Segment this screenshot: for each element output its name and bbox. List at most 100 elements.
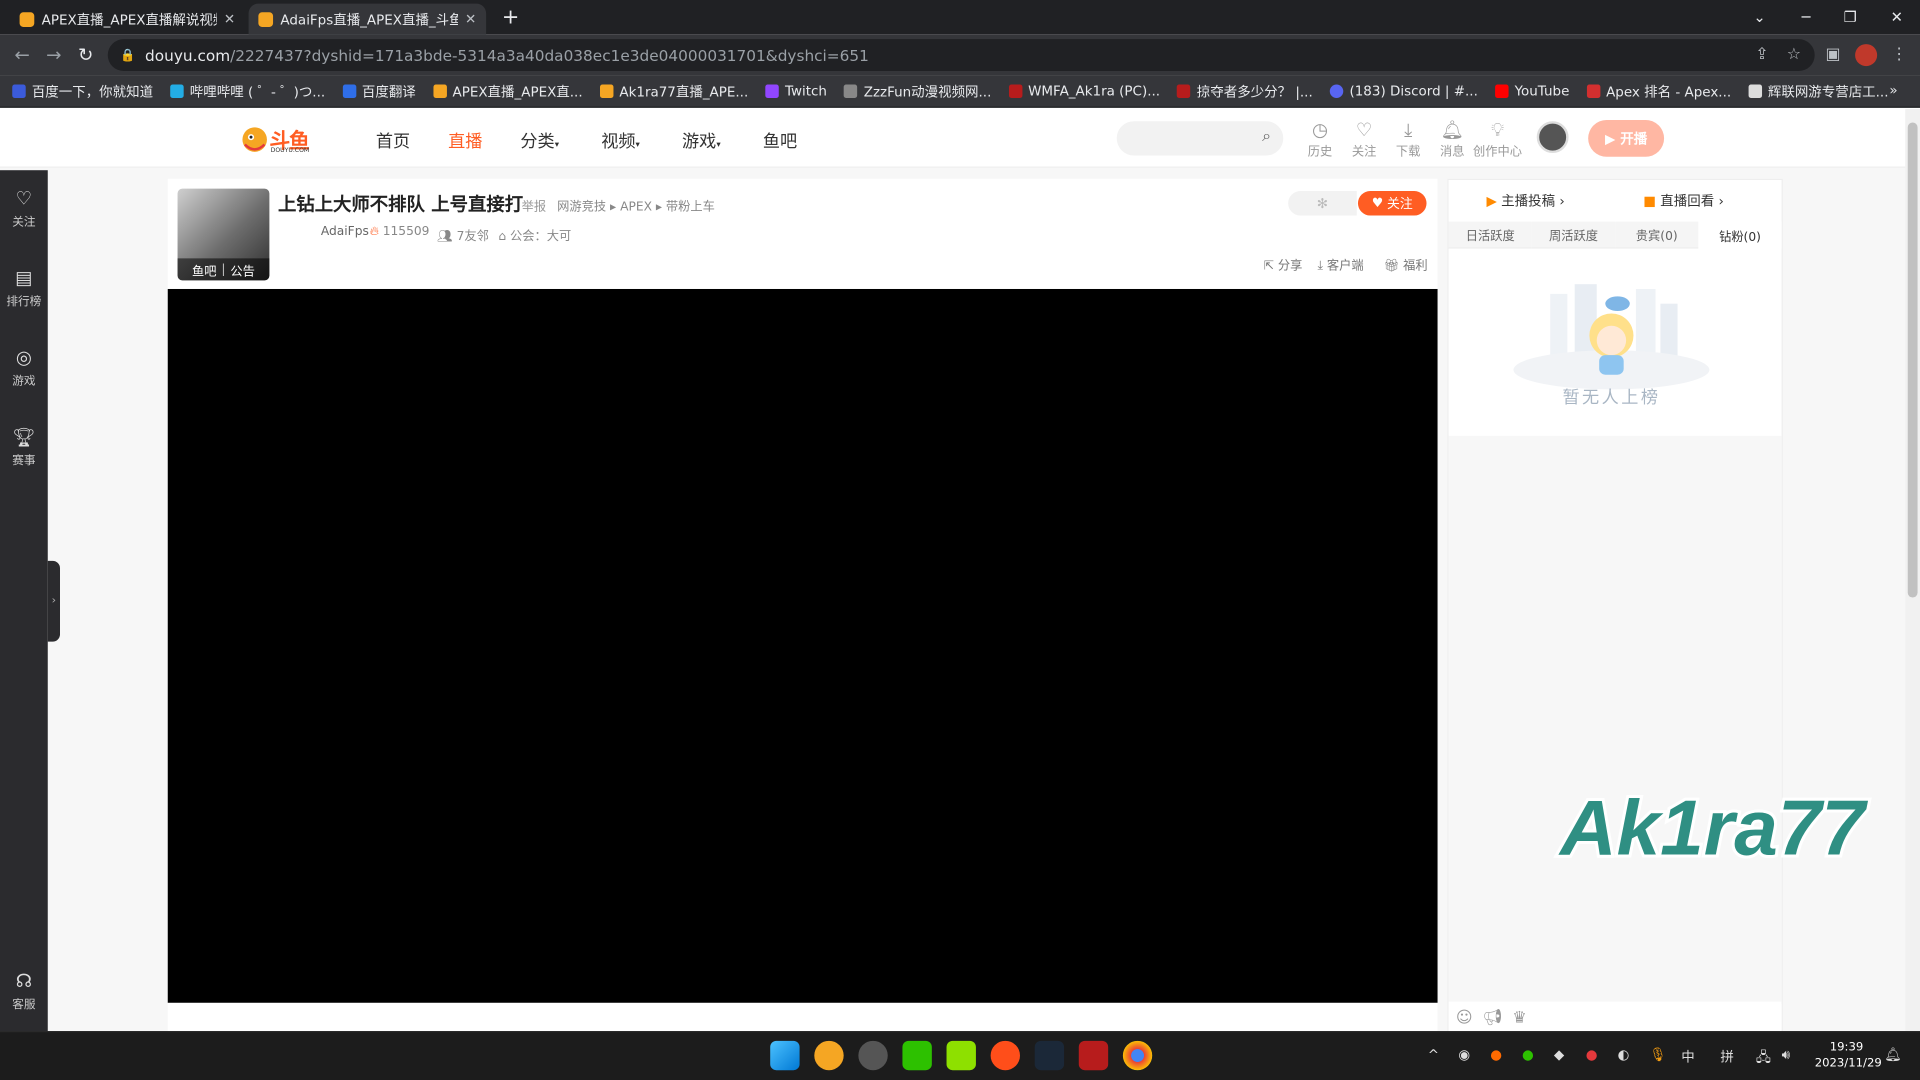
bookmark[interactable]: 掠夺者多少分？ |... — [1177, 81, 1313, 101]
anchor-posts-link[interactable]: ▶ 主播投稿 › — [1487, 191, 1565, 211]
ime-mode[interactable]: 中 — [1681, 1047, 1694, 1067]
chrome-icon[interactable] — [1122, 1040, 1153, 1071]
douyu-logo[interactable]: 斗鱼 DOUYU.COM — [240, 122, 318, 156]
bookmark[interactable]: 百度翻译 — [342, 81, 416, 101]
bookmark[interactable]: YouTube — [1494, 83, 1569, 99]
site-search-input[interactable]: ⌕ — [1116, 121, 1284, 156]
menu-icon[interactable]: ⋮ — [1889, 45, 1909, 65]
qq-tray-icon[interactable]: ◆ — [1554, 1047, 1564, 1063]
nav-video[interactable]: 视频▾ — [601, 129, 640, 153]
reload-icon[interactable]: ↻ — [73, 43, 97, 67]
bookmark[interactable]: 百度一下，你就知道 — [12, 81, 153, 101]
breadcrumb-item[interactable]: 网游竞技 — [557, 201, 606, 214]
restore-icon[interactable]: ❐ — [1827, 0, 1874, 34]
minimize-icon[interactable]: ─ — [1783, 0, 1830, 34]
douyu-app-icon[interactable] — [814, 1040, 844, 1071]
bookmark[interactable]: Twitch — [765, 83, 827, 99]
creator-center-button[interactable]: 💡︎ 创作中心 — [1473, 119, 1522, 159]
new-tab-icon[interactable]: + — [498, 5, 522, 29]
share-button[interactable]: ⇱ 分享 — [1264, 255, 1303, 273]
microphone-icon[interactable]: 🎙︎ — [1649, 1047, 1666, 1063]
yuba-link[interactable]: 鱼吧 — [192, 260, 216, 278]
wechat-tray-icon[interactable]: ● — [1522, 1047, 1534, 1063]
tab-search-icon[interactable]: ⌄ — [1736, 0, 1783, 34]
nav-home[interactable]: 首页 — [376, 129, 410, 153]
show-hidden-icons[interactable]: ^ — [1428, 1047, 1439, 1063]
bookmark[interactable]: APEX直播_APEX直... — [432, 81, 583, 101]
bookmark[interactable]: 哔哩哔哩 ( ゜- ゜)つ... — [170, 81, 325, 101]
tab-weekly-activity[interactable]: 周活跃度 — [1531, 221, 1616, 249]
expand-sidebar-icon[interactable]: › — [47, 560, 61, 642]
rail-games[interactable]: ◎ 游戏 — [0, 347, 48, 389]
address-bar[interactable]: 🔒 douyu.com/2227437?dyshid=171a3bde-5314… — [107, 39, 1815, 72]
nav-yuba[interactable]: 鱼吧 — [763, 129, 797, 153]
bookmark[interactable]: ZzzFun动漫视频网... — [844, 81, 991, 101]
tab-vip[interactable]: 贵宾(0) — [1615, 221, 1699, 249]
system-clock[interactable]: 19:39 2023/11/29 — [1815, 1040, 1882, 1072]
browser-tab-active[interactable]: AdaiFps直播_APEX直播_斗鱼直 ✕ — [248, 3, 487, 35]
rail-ranking[interactable]: ▤ 排行榜 — [0, 267, 48, 309]
volume-icon[interactable]: 🔊︎ — [1782, 1047, 1790, 1064]
tab-diamond-fans[interactable]: 钻粉(0) — [1698, 221, 1782, 249]
download-button[interactable]: ⤓ 下载 — [1391, 119, 1425, 159]
close-tab-icon[interactable]: ✕ — [465, 11, 476, 27]
replay-link[interactable]: ■ 直播回看 › — [1643, 191, 1724, 211]
bookmark[interactable]: Ak1ra77直播_APE... — [599, 81, 748, 101]
close-tab-icon[interactable]: ✕ — [224, 11, 235, 27]
guild-info[interactable]: ⌂ 公会：大可 — [498, 225, 571, 243]
bookmark[interactable]: WMFA_Ak1ra (PC)... — [1008, 83, 1160, 99]
breadcrumb-item[interactable]: 带粉上车 — [666, 201, 715, 214]
side-panel-icon[interactable]: ▣ — [1823, 45, 1843, 65]
emoji-icon[interactable]: ☺ — [1456, 1008, 1473, 1026]
follow-button[interactable]: ♥ 关注 — [1357, 191, 1427, 216]
speaker-icon[interactable]: 📢︎ — [1482, 1008, 1502, 1026]
notice-link[interactable]: 公告 — [230, 260, 254, 278]
start-menu-icon[interactable] — [770, 1040, 800, 1071]
profile-avatar[interactable] — [1855, 44, 1878, 67]
more-bookmarks-icon[interactable]: » — [1889, 82, 1897, 98]
client-button[interactable]: ⤓ 客户端 — [1318, 255, 1364, 273]
nav-category[interactable]: 分类▾ — [520, 129, 559, 153]
fans-count[interactable]: 👥︎ 7友邻 — [437, 225, 489, 243]
back-icon[interactable]: ← — [10, 43, 34, 67]
bookmark[interactable]: 辉联网游专营店工... — [1748, 81, 1889, 101]
bookmark[interactable]: (183) Discord | #... — [1329, 83, 1478, 99]
bookmark[interactable]: Apex 排名 - Apex... — [1586, 81, 1731, 101]
netease-tray-icon[interactable]: ● — [1586, 1047, 1598, 1063]
steam-icon[interactable] — [1034, 1040, 1065, 1071]
ea-app-icon[interactable] — [990, 1040, 1021, 1071]
tab-daily-activity[interactable]: 日活跃度 — [1448, 221, 1532, 249]
notification-bell-icon[interactable]: 🔔︎ — [1884, 1047, 1901, 1063]
search-icon[interactable]: ⌕ — [1262, 127, 1271, 145]
tray-app-icon[interactable]: ◐ — [1618, 1047, 1630, 1063]
wechat-icon[interactable] — [902, 1040, 932, 1071]
share-page-icon[interactable]: ⇪ — [1752, 45, 1772, 65]
rail-events[interactable]: 🏆︎ 赛事 — [0, 426, 48, 468]
scrollbar-thumb[interactable] — [1907, 122, 1918, 598]
anchor-name[interactable]: AdaiFps — [321, 225, 369, 238]
bookmark-star-icon[interactable]: ☆ — [1784, 45, 1804, 65]
welfare-button[interactable]: 🎁︎ 福利 — [1384, 255, 1428, 273]
video-player[interactable] — [167, 288, 1438, 1003]
user-avatar[interactable] — [1536, 121, 1569, 154]
browser-tab[interactable]: APEX直播_APEX直播解说视频_ ✕ — [10, 4, 245, 35]
apex-legends-icon[interactable] — [1078, 1040, 1109, 1071]
report-link[interactable]: 举报 — [522, 196, 546, 214]
close-window-icon[interactable]: ✕ — [1873, 0, 1920, 34]
follow-list-button[interactable]: ♡ 关注 — [1347, 119, 1381, 159]
rail-support[interactable]: ☊ 客服 — [0, 970, 48, 1012]
nav-live[interactable]: 直播 — [448, 129, 482, 153]
rail-follow[interactable]: ♡ 关注 — [0, 187, 48, 229]
breadcrumb-item[interactable]: APEX — [620, 201, 652, 214]
start-stream-button[interactable]: ▶ 开播 — [1588, 120, 1665, 157]
game-launcher-icon[interactable] — [946, 1040, 976, 1071]
app-icon[interactable] — [858, 1040, 888, 1071]
crown-icon[interactable]: ♛ — [1512, 1008, 1526, 1026]
steam-tray-icon[interactable]: ◉ — [1458, 1047, 1470, 1063]
forward-icon[interactable]: → — [42, 43, 66, 67]
history-button[interactable]: ◷ 历史 — [1303, 119, 1337, 159]
network-icon[interactable]: 🖧︎ — [1756, 1047, 1771, 1070]
tray-app-icon[interactable]: ● — [1490, 1047, 1502, 1063]
nav-games[interactable]: 游戏▾ — [682, 129, 721, 153]
messages-button[interactable]: 🔔︎ 消息 — [1435, 119, 1469, 159]
